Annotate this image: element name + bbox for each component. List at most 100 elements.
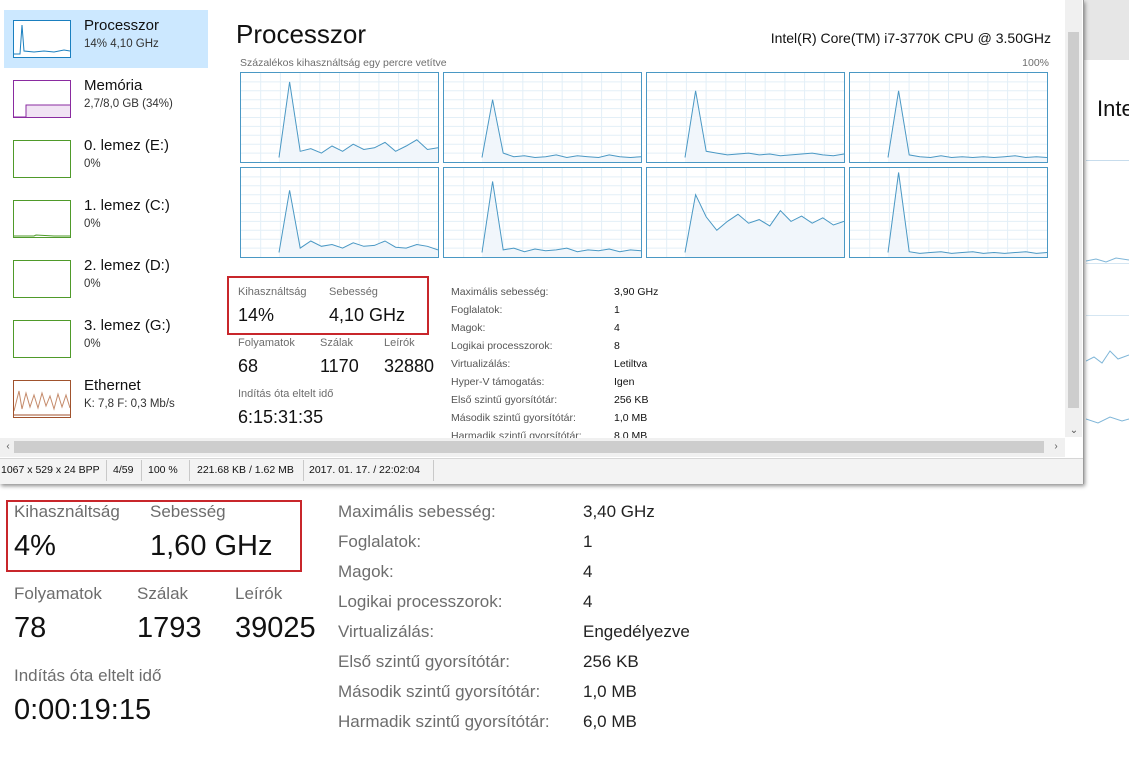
core-graph (849, 72, 1048, 163)
threads-label: Szálak (320, 337, 354, 349)
bg-detail-value: 3,40 GHz (583, 502, 655, 521)
detail-value: 8,0 MB (614, 430, 648, 438)
handles-value: 32880 (384, 356, 435, 376)
bg-detail-value: Engedélyezve (583, 622, 690, 641)
sidebar-item-sublabel: 0% (84, 278, 101, 290)
image-viewer-window: Processzor 14% 4,10 GHz Memória 2,7/8,0 … (0, 0, 1084, 484)
bg-detail-value: 1 (583, 532, 593, 551)
sidebar-item-disk-c[interactable]: 1. lemez (C:) 0% (4, 190, 208, 248)
threads-value: 1170 (320, 356, 359, 376)
detail-label: Magok: (451, 322, 486, 334)
detail-label: Hyper-V támogatás: (451, 376, 545, 388)
sidebar-item-processor[interactable]: Processzor 14% 4,10 GHz (4, 10, 208, 68)
core-graph (240, 72, 439, 163)
scroll-down-arrow-icon[interactable]: ⌄ (1066, 424, 1082, 438)
sidebar-item-label: 2. lemez (D:) (84, 257, 170, 274)
bg-detail-label: Maximális sebesség: (338, 502, 496, 521)
speed-value: 4,10 GHz (329, 305, 406, 325)
detail-value: 1 (614, 304, 620, 316)
status-page: 4/59 (113, 464, 134, 476)
uptime-label: Indítás óta eltelt idő (238, 388, 334, 400)
detail-row-clipped: Harmadik szintű gyorsítótár: 8,0 MB (451, 428, 651, 438)
bg-processes-value: 78 (14, 612, 47, 644)
bg-utilization-label: Kihasználtság (14, 502, 120, 521)
disk-thumbnail-graph (13, 260, 71, 298)
bg-detail-label: Logikai processzorok: (338, 592, 503, 611)
core-load-line (481, 181, 641, 253)
sidebar-item-sublabel: 0% (84, 158, 101, 170)
page-title: Processzor (236, 19, 367, 49)
detail-value: 3,90 GHz (614, 286, 659, 298)
bg-speed-value: 1,60 GHz (150, 530, 273, 562)
core-load-area (279, 81, 438, 162)
core-load-area (279, 190, 438, 257)
background-title-bar (1083, 0, 1129, 60)
bg-threads-label: Szálak (137, 584, 189, 603)
bg-speed-label: Sebesség (150, 502, 226, 521)
disk-thumbnail-graph (13, 140, 71, 178)
bg-detail-label: Magok: (338, 562, 394, 581)
sidebar-item-sublabel: 0% (84, 338, 101, 350)
bg-detail-value: 6,0 MB (583, 712, 637, 731)
sidebar-item-disk-g[interactable]: 3. lemez (G:) 0% (4, 310, 208, 368)
bg-handles-value: 39025 (235, 612, 316, 644)
handles-label: Leírók (384, 337, 415, 349)
core-graph (443, 167, 642, 258)
bg-uptime-value: 0:00:19:15 (14, 694, 152, 726)
detail-value: 8 (614, 340, 620, 352)
sidebar-item-label: Processzor (84, 17, 160, 34)
bg-detail-value: 4 (583, 592, 593, 611)
graph-max-label: 100% (1022, 57, 1049, 69)
disk-thumbnail-graph (13, 200, 71, 238)
bg-uptime-label: Indítás óta eltelt idő (14, 666, 162, 685)
utilization-value: 14% (238, 305, 275, 325)
bg-detail-value: 1,0 MB (583, 682, 637, 701)
sidebar-item-memory[interactable]: Memória 2,7/8,0 GB (34%) (4, 70, 208, 128)
detail-label: Virtualizálás: (451, 358, 511, 370)
status-zoom: 100 % (148, 464, 178, 476)
uptime-value: 6:15:31:35 (238, 407, 324, 427)
sidebar-item-label: Memória (84, 77, 143, 94)
sidebar-item-label: Ethernet (84, 377, 141, 394)
ethernet-thumbnail-graph (13, 380, 71, 418)
bg-threads-value: 1793 (137, 612, 202, 644)
core-load-area (482, 181, 641, 257)
utilization-label: Kihasználtság (238, 286, 307, 298)
sidebar-item-sublabel: 14% 4,10 GHz (84, 38, 159, 50)
bg-detail-value: 256 KB (583, 652, 639, 671)
bg-utilization-value: 4% (14, 530, 56, 562)
bg-detail-value: 4 (583, 562, 593, 581)
detail-value: 1,0 MB (614, 412, 648, 424)
sidebar-item-sublabel: K: 7,8 F: 0,3 Mb/s (84, 398, 175, 410)
status-datetime: 2017. 01. 17. / 22:02:04 (309, 464, 420, 476)
detail-value: Letiltva (614, 358, 648, 370)
bg-handles-label: Leírók (235, 584, 283, 603)
disk-thumbnail-graph (13, 320, 71, 358)
bg-detail-label: Foglalatok: (338, 532, 422, 551)
sidebar-item-sublabel: 2,7/8,0 GB (34%) (84, 98, 173, 110)
core-graph (240, 167, 439, 258)
detail-label: Logikai processzorok: (451, 340, 553, 352)
detail-label: Harmadik szintű gyorsítótár: (451, 430, 582, 438)
core-graph (443, 72, 642, 163)
scroll-left-arrow-icon[interactable]: ‹ (2, 441, 14, 453)
bg-detail-label: Első szintű gyorsítótár: (338, 652, 510, 671)
scroll-right-arrow-icon[interactable]: › (1050, 441, 1062, 453)
sidebar-item-ethernet[interactable]: Ethernet K: 7,8 F: 0,3 Mb/s (4, 370, 208, 428)
graph-caption: Százalékos kihasználtság egy percre vetí… (240, 57, 447, 69)
sidebar-item-disk-d[interactable]: 2. lemez (D:) 0% (4, 250, 208, 308)
bg-detail-label: Virtualizálás: (338, 622, 435, 641)
cpu-thumbnail-graph (13, 20, 71, 58)
detail-value: Igen (614, 376, 635, 388)
processes-value: 68 (238, 356, 259, 376)
bg-detail-label: Harmadik szintű gyorsítótár: (338, 712, 550, 731)
horizontal-scrollbar-thumb[interactable] (14, 441, 1044, 453)
cpu-model-name: Intel(R) Core(TM) i7-3770K CPU @ 3.50GHz (770, 30, 1051, 46)
sidebar-item-label: 3. lemez (G:) (84, 317, 171, 334)
core-graph (849, 167, 1048, 258)
status-resolution: 1067 x 529 x 24 BPP (1, 464, 100, 476)
bg-detail-label: Második szintű gyorsítótár: (338, 682, 541, 701)
vertical-scrollbar-thumb[interactable] (1068, 32, 1079, 408)
background-cpu-name: Inte (1097, 96, 1129, 121)
sidebar-item-disk-e[interactable]: 0. lemez (E:) 0% (4, 130, 208, 188)
